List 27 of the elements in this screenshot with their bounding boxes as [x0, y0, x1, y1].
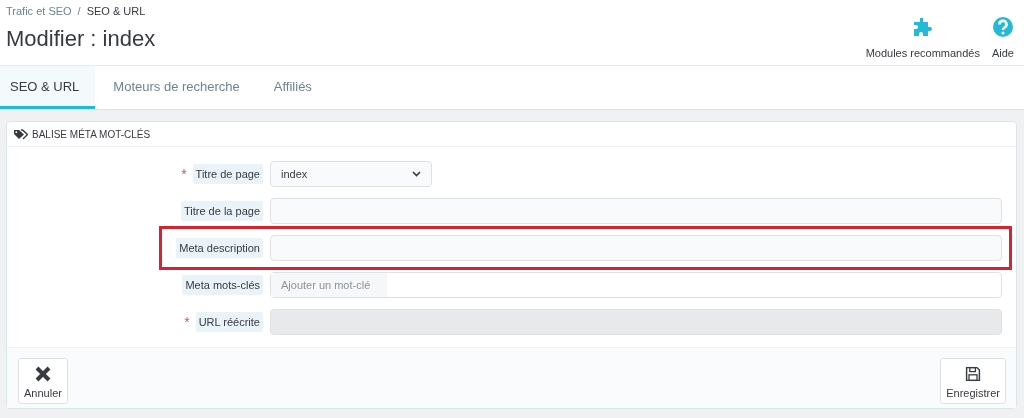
- help-icon: [992, 16, 1014, 38]
- field-label: Meta description: [176, 238, 263, 258]
- field-label: Titre de la page: [180, 201, 263, 221]
- field-label: URL réécrite: [195, 312, 263, 332]
- breadcrumb-item: SEO & URL: [86, 5, 146, 17]
- panel-heading: BALISE MÉTA MOT-CLÉS: [32, 128, 151, 140]
- required-mark: *: [184, 314, 190, 330]
- tags-icon: [14, 128, 28, 140]
- toolbar-button[interactable]: Aide: [991, 16, 1014, 59]
- cancel-button[interactable]: Annuler: [18, 358, 68, 404]
- tab[interactable]: Moteurs de recherche: [103, 66, 256, 109]
- page-select[interactable]: index: [270, 161, 432, 187]
- close-icon: [34, 366, 51, 382]
- page-title: Modifier : index: [6, 26, 156, 52]
- puzzle-icon: [911, 16, 934, 38]
- tab[interactable]: SEO & URL: [0, 66, 96, 109]
- required-mark: *: [181, 166, 187, 182]
- field-label: Meta mots-clés: [182, 275, 263, 295]
- breadcrumb-separator: /: [77, 5, 81, 17]
- text-field[interactable]: [270, 198, 1002, 224]
- text-field[interactable]: [270, 235, 1002, 261]
- save-button[interactable]: Enregistrer: [940, 358, 1006, 404]
- field-label: Titre de page: [192, 164, 263, 184]
- toolbar-button[interactable]: Modules recommandés: [865, 16, 980, 59]
- chevron-down-icon: [412, 171, 421, 177]
- tab[interactable]: Affiliés: [263, 66, 328, 109]
- breadcrumb-item[interactable]: Trafic et SEO: [6, 5, 72, 17]
